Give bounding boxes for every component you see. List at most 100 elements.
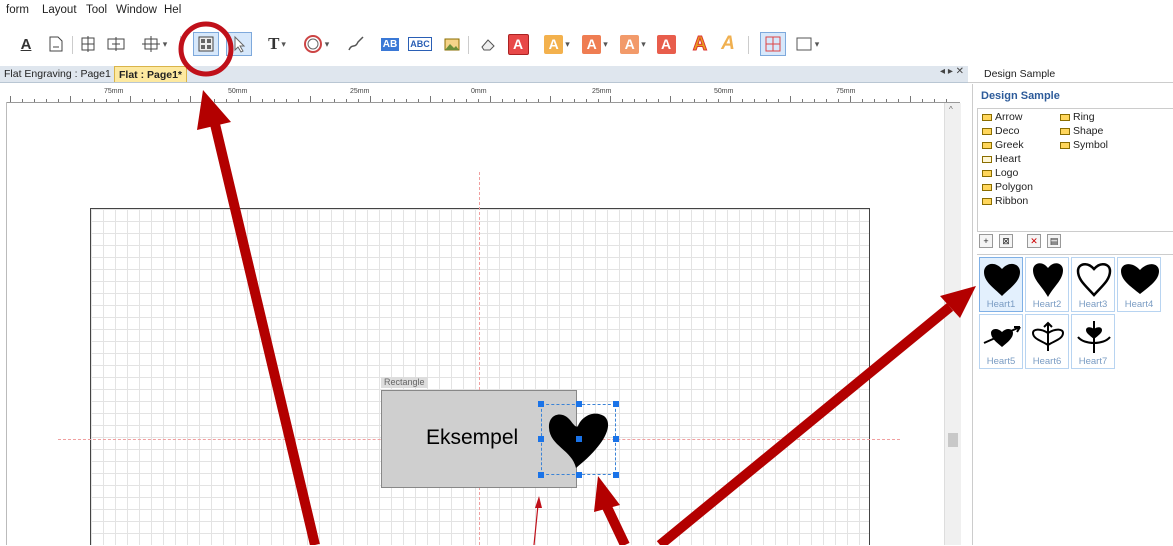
ruler-tick bbox=[574, 99, 575, 102]
folder-deco[interactable]: Deco bbox=[982, 125, 1020, 137]
delete-icon[interactable]: ✕ bbox=[1027, 234, 1041, 248]
folder-logo[interactable]: Logo bbox=[982, 167, 1018, 179]
ruler-tick bbox=[838, 99, 839, 102]
new-folder-icon[interactable]: + bbox=[979, 234, 993, 248]
folder-symbol[interactable]: Symbol bbox=[1060, 139, 1108, 151]
eraser-icon bbox=[481, 39, 495, 51]
fill-a-button[interactable]: A bbox=[506, 32, 530, 56]
ruler-tick bbox=[478, 99, 479, 102]
effect-a5-button[interactable]: A bbox=[688, 32, 712, 56]
grid-button[interactable] bbox=[760, 32, 786, 56]
effect-a4-button[interactable]: A bbox=[654, 32, 678, 56]
resize-handle[interactable] bbox=[613, 401, 619, 407]
text-tool-button[interactable]: T ▾ bbox=[262, 32, 292, 56]
ruler-tick bbox=[262, 99, 263, 102]
folder-shape[interactable]: Shape bbox=[1060, 125, 1103, 137]
ruler-tick bbox=[154, 99, 155, 102]
engraving-page[interactable] bbox=[90, 208, 870, 545]
canvas-vertical-scrollbar[interactable]: ^ bbox=[944, 103, 961, 545]
ruler-tick bbox=[418, 99, 419, 102]
text-style-abc-button[interactable]: ABC bbox=[406, 32, 434, 56]
menu-help[interactable]: Hel bbox=[164, 4, 181, 16]
ruler-tick bbox=[298, 99, 299, 102]
ruler-tick bbox=[430, 96, 431, 102]
folder-heart[interactable]: Heart bbox=[982, 153, 1021, 165]
ruler-tick bbox=[658, 99, 659, 102]
folder-icon bbox=[982, 169, 992, 177]
engrave-text-tool-button[interactable]: A bbox=[14, 32, 38, 56]
resize-handle[interactable] bbox=[613, 472, 619, 478]
folder-ring[interactable]: Ring bbox=[1060, 111, 1095, 123]
ruler-tick bbox=[946, 99, 947, 102]
text-style-ab-button[interactable]: AB bbox=[376, 32, 404, 56]
tab-flat-engraving[interactable]: Flat Engraving : Page1 bbox=[0, 66, 115, 82]
folder-arrow[interactable]: Arrow bbox=[982, 111, 1022, 123]
distribute-button[interactable] bbox=[104, 32, 128, 56]
image-button[interactable] bbox=[440, 32, 464, 56]
ruler-label: 25mm bbox=[350, 88, 370, 95]
effect-a1-button[interactable]: A ▾ bbox=[540, 32, 574, 56]
resize-handle[interactable] bbox=[613, 436, 619, 442]
folder-greek[interactable]: Greek bbox=[982, 139, 1024, 151]
position-button[interactable]: ▾ bbox=[136, 32, 172, 56]
eraser-button[interactable] bbox=[476, 32, 500, 56]
folder-ribbon[interactable]: Ribbon bbox=[982, 195, 1028, 207]
import-button[interactable] bbox=[44, 32, 68, 56]
menu-form[interactable]: form bbox=[6, 4, 29, 16]
ruler-tick bbox=[454, 99, 455, 102]
main-toolbar: A ▾ T ▾ ▾ AB ABC A A ▾ A ▾ A ▾ A A A ▾ bbox=[0, 28, 960, 62]
ruler-tick bbox=[934, 99, 935, 102]
circle-text-button[interactable]: ▾ bbox=[298, 32, 334, 56]
tab-controls[interactable]: ◂ ▸ ✕ bbox=[940, 66, 964, 77]
thumb-heart5[interactable]: Heart5 bbox=[979, 314, 1023, 369]
resize-handle[interactable] bbox=[538, 401, 544, 407]
horizontal-ruler: 75mm 50mm 25mm 0mm 25mm 50mm 75mm bbox=[6, 88, 960, 103]
select-tool-button[interactable] bbox=[226, 32, 252, 56]
resize-handle[interactable] bbox=[576, 472, 582, 478]
thumb-heart3[interactable]: Heart3 bbox=[1071, 257, 1115, 312]
menu-tool[interactable]: Tool bbox=[86, 4, 107, 16]
menu-layout[interactable]: Layout bbox=[42, 4, 77, 16]
ruler-tick bbox=[670, 96, 671, 102]
distribute-icon bbox=[107, 37, 125, 51]
ruler-tick bbox=[214, 99, 215, 102]
rectangle-text[interactable]: Eksempel bbox=[426, 426, 518, 450]
menu-window[interactable]: Window bbox=[116, 4, 157, 16]
ruler-tick bbox=[742, 99, 743, 102]
ruler-tick bbox=[706, 99, 707, 102]
thumb-caption: Heart2 bbox=[1032, 299, 1062, 310]
open-folder-icon bbox=[982, 155, 992, 163]
thumb-heart1[interactable]: Heart1 bbox=[979, 257, 1023, 312]
effect-a6-button[interactable]: A bbox=[716, 32, 740, 56]
frame-button[interactable]: ▾ bbox=[790, 32, 824, 56]
align-center-button[interactable] bbox=[76, 32, 100, 56]
delete-folder-icon[interactable]: ⊠ bbox=[999, 234, 1013, 248]
ruler-tick bbox=[562, 99, 563, 102]
resize-handle[interactable] bbox=[538, 472, 544, 478]
resize-handle[interactable] bbox=[576, 401, 582, 407]
tab-flat-page1[interactable]: Flat : Page1* bbox=[114, 66, 188, 82]
folder-icon bbox=[1060, 141, 1070, 149]
effect-a2-button[interactable]: A ▾ bbox=[578, 32, 612, 56]
design-sample-button[interactable] bbox=[193, 32, 219, 56]
scroll-thumb[interactable] bbox=[948, 433, 958, 447]
ruler-tick bbox=[322, 99, 323, 102]
effect-a3-button[interactable]: A ▾ bbox=[616, 32, 650, 56]
thumb-heart2[interactable]: Heart2 bbox=[1025, 257, 1069, 312]
thumb-heart4[interactable]: Heart4 bbox=[1117, 257, 1161, 312]
ruler-tick bbox=[718, 99, 719, 102]
ruler-tick bbox=[526, 99, 527, 102]
resize-handle[interactable] bbox=[538, 436, 544, 442]
ruler-tick bbox=[94, 99, 95, 102]
ruler-tick bbox=[82, 99, 83, 102]
folder-icon bbox=[982, 113, 992, 121]
thumb-heart7[interactable]: Heart7 bbox=[1071, 314, 1115, 369]
thumb-heart6[interactable]: Heart6 bbox=[1025, 314, 1069, 369]
ruler-tick bbox=[202, 99, 203, 102]
signature-button[interactable] bbox=[344, 32, 368, 56]
center-handle[interactable] bbox=[576, 436, 582, 442]
scroll-up-icon[interactable]: ^ bbox=[949, 105, 953, 114]
thumb-caption: Heart4 bbox=[1124, 299, 1154, 310]
folder-polygon[interactable]: Polygon bbox=[982, 181, 1033, 193]
paste-icon[interactable]: ▤ bbox=[1047, 234, 1061, 248]
